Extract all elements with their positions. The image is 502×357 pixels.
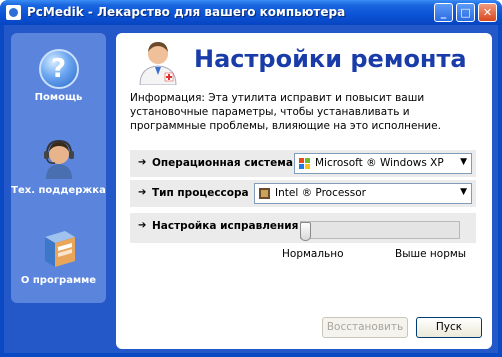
about-box-icon <box>44 231 75 267</box>
help-icon: ? <box>38 49 79 89</box>
main-panel: Настройки ремонта Информация: Эта утилит… <box>116 33 492 349</box>
cpu-select[interactable]: Intel ® Processor ▼ <box>254 183 472 204</box>
cpu-label: Тип процессора <box>152 187 249 199</box>
windows-flag-icon <box>299 158 310 169</box>
start-button[interactable]: Пуск <box>416 317 482 338</box>
headset-support-icon <box>43 139 74 179</box>
slider-min-label: Нормально <box>282 248 344 260</box>
sidebar-item-about[interactable]: О программе <box>11 225 106 286</box>
fix-label: Настройка исправления <box>152 220 299 232</box>
chevron-down-icon: ▼ <box>460 157 467 167</box>
restore-button[interactable]: Восстановить <box>322 317 408 338</box>
cpu-row: ➔ Тип процессора Intel ® Processor ▼ <box>130 180 476 207</box>
os-select-value: Microsoft ® Windows XP <box>315 157 444 169</box>
os-row: ➔ Операционная система Microsoft ® Windo… <box>130 150 476 177</box>
info-text: Информация: Эта утилита исправит и повыс… <box>130 92 441 132</box>
os-select[interactable]: Microsoft ® Windows XP ▼ <box>294 153 472 174</box>
slider-thumb[interactable] <box>300 222 311 241</box>
title-bar[interactable]: PcMedik - Лекарство для вашего компьютер… <box>0 0 502 25</box>
arrow-icon: ➔ <box>138 157 147 168</box>
sidebar-item-help[interactable]: ? Помощь <box>11 49 106 103</box>
close-button[interactable]: ✕ <box>478 3 497 22</box>
app-icon <box>6 5 21 20</box>
fix-level-slider[interactable] <box>300 221 460 241</box>
arrow-icon: ➔ <box>138 187 147 198</box>
doctor-icon <box>139 42 177 85</box>
client-area: ? Помощь Тех. поддержка О программе Наст… <box>4 25 498 353</box>
app-window: PcMedik - Лекарство для вашего компьютер… <box>0 0 502 357</box>
os-label: Операционная система <box>152 157 293 169</box>
cpu-select-value: Intel ® Processor <box>275 187 366 199</box>
processor-chip-icon <box>259 188 270 199</box>
chevron-down-icon: ▼ <box>460 187 467 197</box>
sidebar-item-label: Помощь <box>34 92 83 103</box>
sidebar-item-label: О программе <box>20 275 97 286</box>
arrow-icon: ➔ <box>138 220 147 231</box>
page-title: Настройки ремонта <box>194 45 467 73</box>
fix-row: ➔ Настройка исправления <box>130 213 476 243</box>
minimize-button[interactable]: _ <box>434 3 453 22</box>
sidebar-item-label: Тех. поддержка <box>11 185 106 196</box>
window-title: PcMedik - Лекарство для вашего компьютер… <box>27 5 346 19</box>
maximize-button[interactable]: □ <box>456 3 475 22</box>
sidebar: ? Помощь Тех. поддержка О программе <box>11 33 106 303</box>
slider-max-label: Выше нормы <box>395 248 467 260</box>
sidebar-item-support[interactable]: Тех. поддержка <box>11 137 106 196</box>
